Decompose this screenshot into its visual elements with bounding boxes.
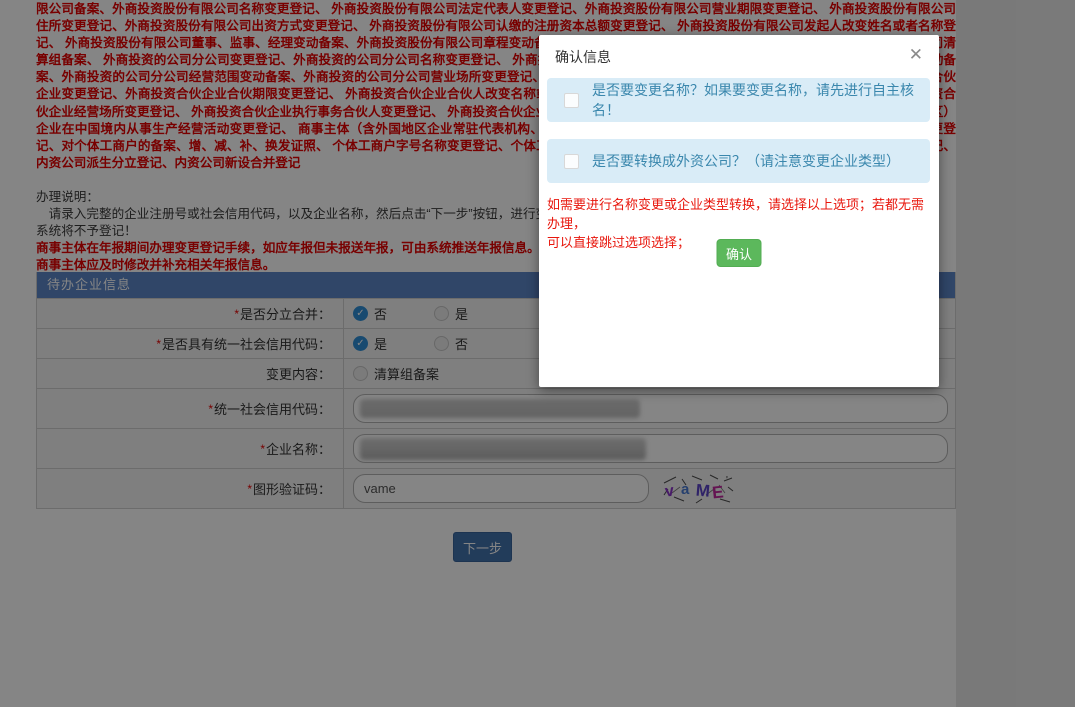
option-change-name-label: 是否要变更名称？如果要变更名称，请先进行自主核名！	[592, 80, 930, 120]
checkbox-unchecked-icon[interactable]	[564, 93, 579, 108]
confirm-info-dialog: 确认信息 ✕ 是否要变更名称？如果要变更名称，请先进行自主核名！ 是否要转换成外…	[539, 35, 939, 387]
option-change-name[interactable]: 是否要变更名称？如果要变更名称，请先进行自主核名！	[547, 78, 930, 122]
option-convert-foreign[interactable]: 是否要转换成外资公司？（请注意变更企业类型）	[547, 139, 930, 183]
checkbox-unchecked-icon[interactable]	[564, 154, 579, 169]
confirm-button[interactable]: 确认	[717, 239, 762, 267]
close-icon[interactable]: ✕	[905, 41, 927, 69]
warning-line-1: 如需要进行名称变更或企业类型转换，请选择以上选项；若都无需办理，	[547, 195, 933, 233]
dialog-title: 确认信息	[555, 47, 611, 67]
option-convert-foreign-label: 是否要转换成外资公司？（请注意变更企业类型）	[592, 151, 900, 171]
